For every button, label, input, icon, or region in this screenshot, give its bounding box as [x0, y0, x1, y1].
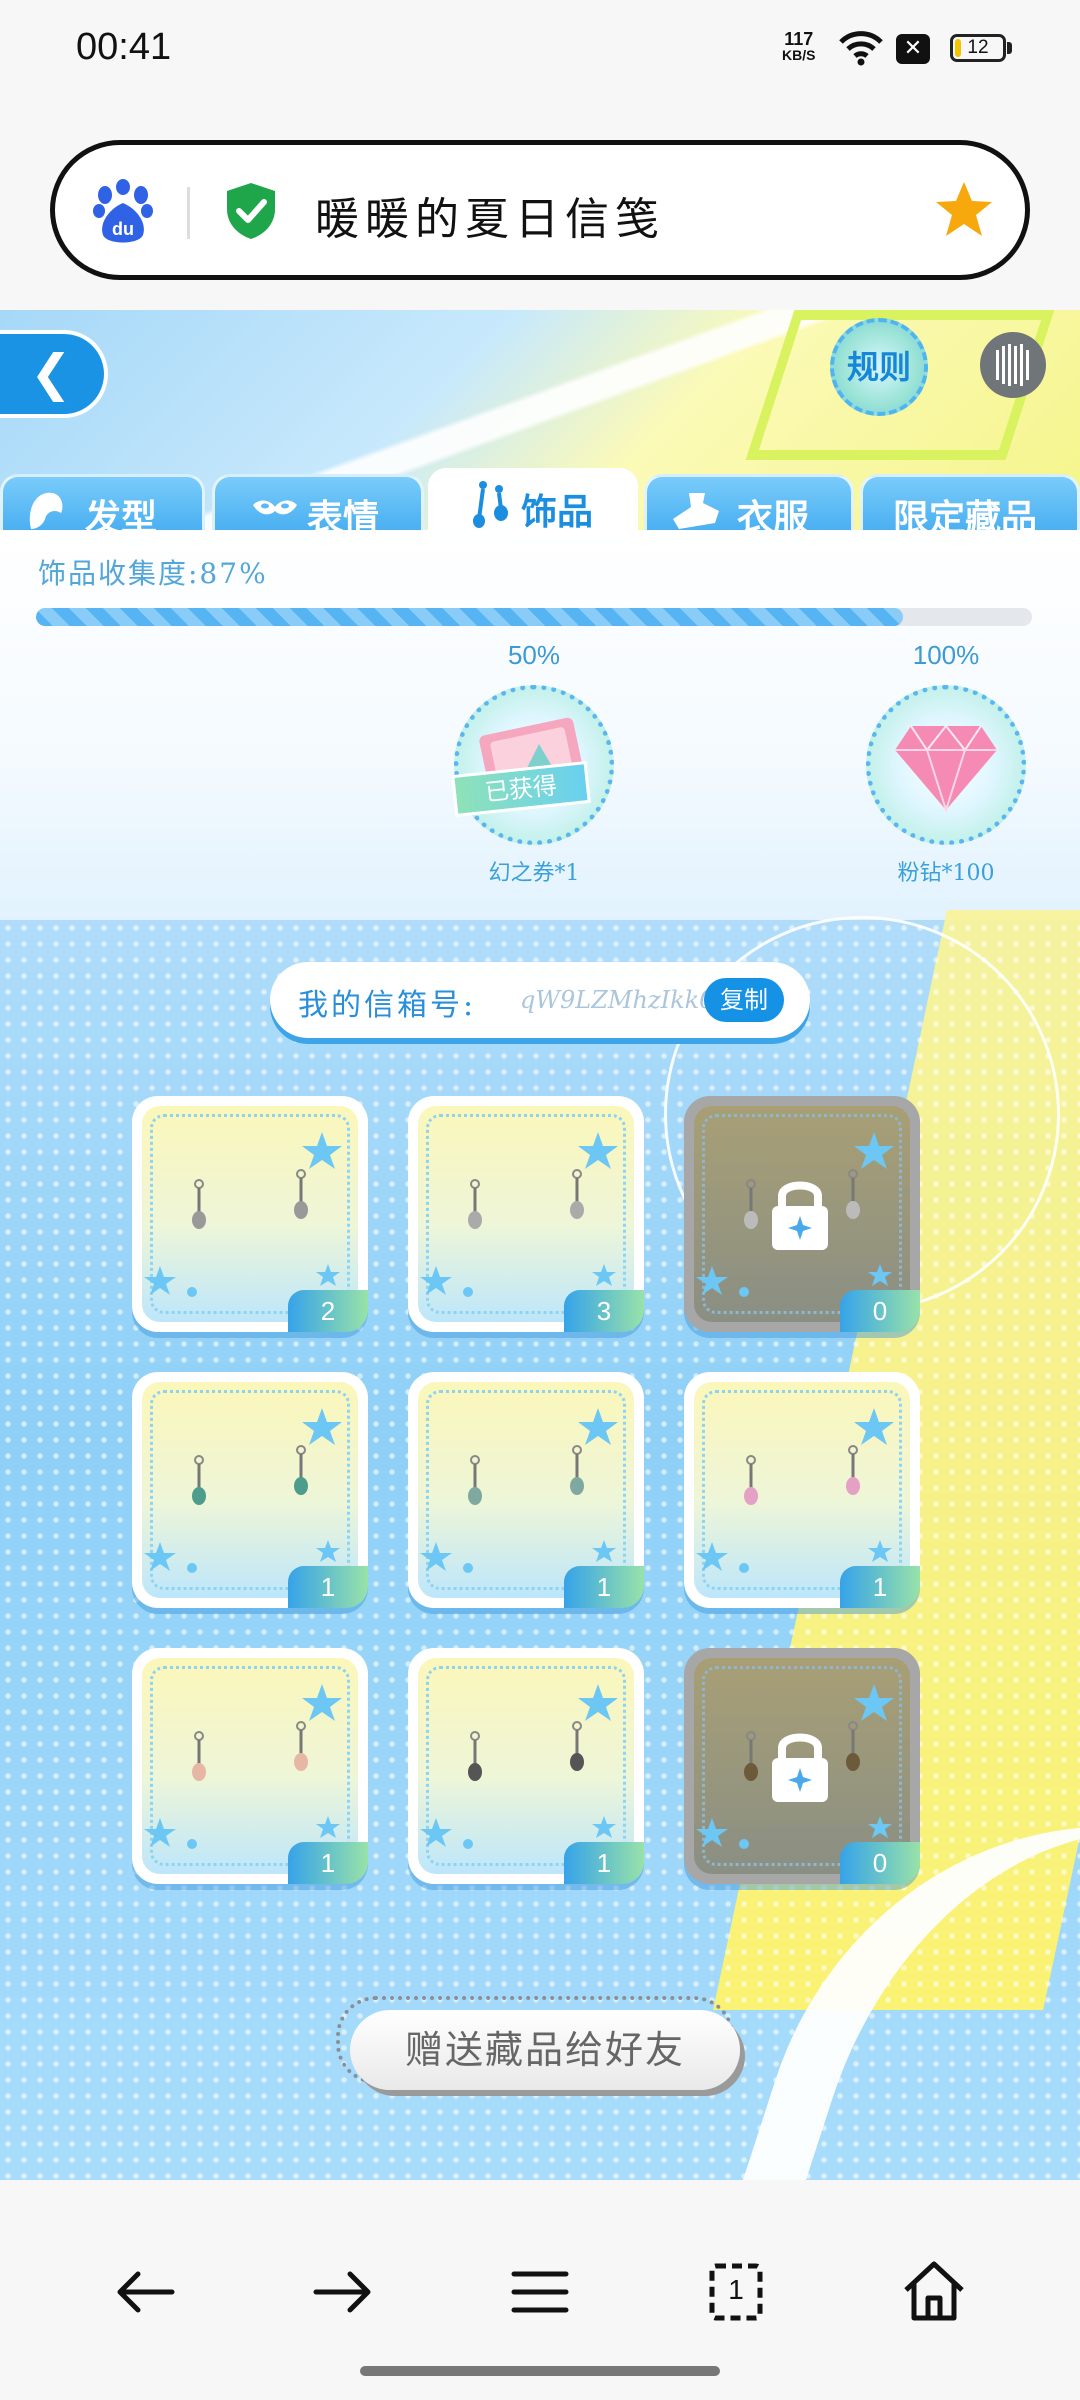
address-bar[interactable]: du 暖暖的夏日信笺	[50, 140, 1030, 280]
item-count: 1	[288, 1842, 368, 1884]
earring-icon	[468, 1731, 482, 1781]
earring-icon	[570, 1169, 584, 1219]
collection-progress-fill	[36, 608, 903, 626]
accessory-item[interactable]: 1	[132, 1372, 368, 1608]
earring-icon	[846, 1445, 860, 1495]
item-count: 0	[840, 1290, 920, 1332]
item-count: 0	[840, 1842, 920, 1884]
milestone-50[interactable]: 50% 已获得 幻之券*1	[434, 640, 634, 887]
network-speed-value: 117	[784, 29, 814, 49]
earring-icon	[846, 1169, 860, 1219]
earring-icon	[294, 1169, 308, 1219]
accessory-item[interactable]: 1	[408, 1372, 644, 1608]
item-count: 1	[564, 1842, 644, 1884]
item-count: 1	[840, 1566, 920, 1608]
mask-icon	[253, 500, 297, 515]
earring-icon	[473, 481, 508, 528]
accessory-item[interactable]: 3	[408, 1096, 644, 1332]
earring-icon	[468, 1179, 482, 1229]
lock-icon	[772, 1733, 828, 1802]
milestone-50-reward: 幻之券*1	[488, 861, 580, 886]
earring-icon	[192, 1731, 206, 1781]
wifi-icon	[839, 31, 883, 66]
network-speed-unit: KB/S	[782, 47, 816, 63]
battery-icon: 12	[950, 34, 1006, 62]
accessory-item[interactable]: 1	[408, 1648, 644, 1884]
earring-icon	[846, 1721, 860, 1771]
send-to-friend-button[interactable]: 赠送藏品给好友	[350, 2010, 740, 2090]
earring-icon	[570, 1445, 584, 1495]
milestone-50-percent: 50%	[507, 640, 561, 670]
battery-level: 12	[967, 37, 989, 58]
pink-diamond-icon	[895, 724, 997, 814]
svg-text:du: du	[112, 219, 134, 239]
home-icon[interactable]	[894, 2252, 974, 2332]
accessory-item[interactable]: 1	[132, 1648, 368, 1884]
hair-icon	[29, 492, 63, 529]
favorite-star-icon[interactable]	[933, 179, 995, 241]
milestone-100-reward: 粉钻*100	[897, 861, 995, 886]
tabs-icon[interactable]: 1	[696, 2252, 776, 2332]
accessory-item[interactable]: 2	[132, 1096, 368, 1332]
back-button[interactable]: ❮	[0, 330, 108, 418]
accessory-item[interactable]: 0	[684, 1648, 920, 1884]
milestone-100[interactable]: 100% 粉钻*100	[846, 640, 1046, 887]
earring-icon	[468, 1455, 482, 1505]
sim-off-icon: ✕	[896, 34, 930, 64]
milestone-50-badge: 已获得	[451, 685, 614, 845]
chevron-left-icon: ❮	[30, 344, 72, 402]
item-count: 3	[564, 1290, 644, 1332]
sound-icon[interactable]	[980, 332, 1046, 398]
mailbox-code: qW9LZMhzIkk0	[520, 986, 715, 1014]
forward-arrow-icon[interactable]	[302, 2252, 382, 2332]
earring-icon	[570, 1721, 584, 1771]
game-area: ❮ 规则 发型 表情 饰品 衣服 限定藏品 饰品收集度:87% 50% 已获得 …	[0, 310, 1080, 2180]
security-shield-icon	[227, 183, 275, 239]
gesture-bar[interactable]	[360, 2366, 720, 2376]
rules-button[interactable]: 规则	[830, 318, 928, 416]
earring-icon	[294, 1445, 308, 1495]
milestone-100-percent: 100%	[912, 640, 980, 670]
copy-button[interactable]: 复制	[704, 978, 784, 1022]
milestone-100-badge	[866, 685, 1026, 845]
battery-tip	[1007, 42, 1012, 54]
mailbox-bar: 我的信箱号: qW9LZMhzIkk0 复制	[270, 962, 810, 1038]
back-arrow-icon[interactable]	[106, 2252, 186, 2332]
earring-icon	[294, 1721, 308, 1771]
collection-panel: 饰品收集度:87% 50% 已获得 幻之券*1 100% 粉钻*100	[0, 530, 1080, 920]
menu-icon[interactable]	[500, 2252, 580, 2332]
tab-accessories-label: 饰品	[521, 492, 594, 533]
tab-count: 1	[728, 2274, 744, 2305]
earring-icon	[744, 1731, 758, 1781]
accessory-item[interactable]: 1	[684, 1372, 920, 1608]
item-count: 1	[564, 1566, 644, 1608]
item-count: 1	[288, 1566, 368, 1608]
page-title: 暖暖的夏日信笺	[315, 194, 665, 245]
item-count: 2	[288, 1290, 368, 1332]
clothes-icon	[673, 493, 719, 529]
earring-icon	[744, 1179, 758, 1229]
address-separator	[187, 187, 190, 239]
earring-icon	[192, 1455, 206, 1505]
status-bar: 00:41 117 KB/S ✕ 12	[0, 0, 1080, 100]
network-speed: 117 KB/S	[782, 30, 815, 62]
collection-label: 饰品收集度:87%	[38, 557, 268, 590]
baidu-logo-icon: du	[93, 179, 153, 243]
mailbox-label: 我的信箱号:	[298, 988, 477, 1023]
lock-icon	[772, 1181, 828, 1250]
earring-icon	[744, 1455, 758, 1505]
accessory-item[interactable]: 0	[684, 1096, 920, 1332]
earring-icon	[192, 1179, 206, 1229]
collection-progress-bar	[36, 608, 1032, 626]
status-time: 00:41	[76, 26, 172, 68]
